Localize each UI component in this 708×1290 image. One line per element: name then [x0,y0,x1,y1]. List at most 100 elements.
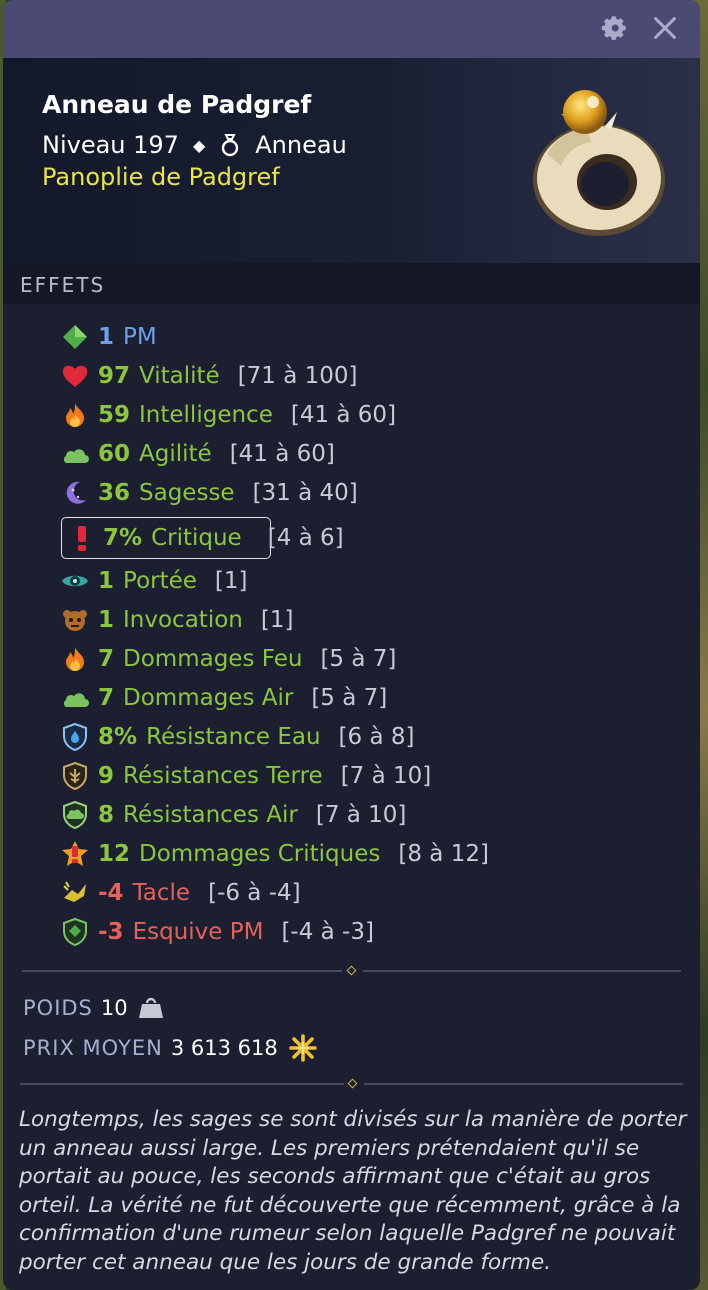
effect-range: [6 à 8] [338,724,415,750]
effect-range: [41 à 60] [229,441,335,467]
effect-value: -3 [98,919,124,945]
kamas-icon [288,1034,317,1062]
effect-label: Résistances Air [123,802,298,828]
effect-row-resistance-eau: 8% Résistance Eau [6 à 8] [60,722,414,752]
effects-section-title: EFFETS [3,263,700,304]
effect-row-invocation: 1 Invocation [1] [60,605,293,635]
effect-range: [1] [214,568,248,594]
effect-label: Invocation [123,607,243,633]
weight-icon [138,997,163,1018]
effect-label: Agilité [139,441,212,467]
ring-item-image [533,90,665,236]
effect-label: Dommages Air [123,685,294,711]
shield-earth-icon [63,761,87,791]
effect-row-portee: 1 Portée [1] [60,566,248,596]
effect-range: [-6 à -4] [208,880,301,906]
effects-list: 1 PM 97 Vitalité [71 à 100] 59 Intellige… [3,304,700,1004]
divider-ornament [347,1078,358,1089]
effect-value: 7 [98,685,115,711]
effect-row-resistance-terre: 9 Résistances Terre [7 à 10] [60,761,431,791]
gear-icon[interactable] [600,14,628,42]
effect-label: Dommages Critiques [139,841,381,867]
effect-label: Résistances Terre [123,763,323,789]
effect-value: 1 [98,324,115,350]
effect-row-dommages-critiques: 12 Dommages Critiques [8 à 12] [60,839,489,869]
effect-row-dommages-feu: 7 Dommages Feu [5 à 7] [60,644,396,674]
effect-range: [8 à 12] [398,841,489,867]
effect-value: 1 [98,568,115,594]
critical-damage-icon [62,841,88,866]
effect-row-sagesse: 36 Sagesse [31 à 40] [60,478,358,508]
fire-icon [66,403,84,427]
divider [22,970,342,972]
effect-label: Vitalité [139,363,220,389]
effect-value: 9 [98,763,115,789]
effect-row-vitalite: 97 Vitalité [71 à 100] [60,361,358,391]
item-header: Anneau de Padgref Niveau 197 ◆ Anneau Pa… [3,58,700,263]
shield-water-icon [63,722,87,752]
item-name: Anneau de Padgref [42,90,312,119]
average-price-label: PRIX MOYEN [23,1036,163,1060]
eye-icon [62,575,88,587]
effect-row-resistance-air: 8 Résistances Air [7 à 10] [60,800,406,830]
effect-range: [5 à 7] [320,646,397,672]
effect-value: -4 [98,880,124,906]
effect-row-tacle: -4 Tacle [-6 à -4] [60,878,301,908]
title-bar [3,0,700,58]
heart-icon [62,365,88,387]
effect-value: 36 [98,480,131,506]
weight-label: POIDS [23,996,93,1020]
item-type: Anneau [255,131,347,159]
item-description: Longtemps, les sages se sont divisés sur… [19,1107,687,1275]
effect-label: Portée [123,568,197,594]
ring-icon [222,134,239,157]
dodge-pm-icon [63,917,87,947]
effect-label: Sagesse [139,480,235,506]
divider [363,970,681,972]
effect-value: 12 [98,841,131,867]
invocation-icon [63,610,87,631]
effect-range: [5 à 7] [311,685,388,711]
effect-row-critique: 7% Critique [4 à 6] [69,523,344,553]
item-level-type: Niveau 197 ◆ Anneau [42,131,347,159]
separator-dot: ◆ [192,135,206,155]
effect-value: 8% [98,724,138,750]
effect-row-dommages-air: 7 Dommages Air [5 à 7] [60,683,387,713]
fire-icon [66,647,84,671]
effect-value: 8 [98,802,115,828]
effect-range: [-4 à -3] [281,919,374,945]
effect-row-pm: 1 PM [60,322,157,352]
tackle-icon [63,881,86,902]
cloud-icon [63,449,89,463]
effect-label: Intelligence [139,402,273,428]
effect-range: [41 à 60] [290,402,397,428]
effect-range: [7 à 10] [340,763,432,789]
effect-row-esquive-pm: -3 Esquive PM [-4 à -3] [60,917,374,947]
weight-value: 10 [100,996,128,1020]
effect-label: PM [123,324,157,350]
effect-label: Tacle [132,880,191,906]
critical-icon [78,526,86,551]
effect-label: Esquive PM [132,919,264,945]
effect-value: 60 [98,441,131,467]
item-set-link[interactable]: Panoplie de Padgref [42,163,280,191]
pm-diamond-icon [63,325,87,349]
cloud-icon [63,693,89,707]
effect-range: [7 à 10] [315,802,407,828]
effect-range: [31 à 40] [252,480,358,506]
effect-range: [4 à 6] [267,525,344,551]
divider [20,1083,344,1085]
effect-label: Critique [151,525,242,551]
effect-row-intelligence: 59 Intelligence [41 à 60] [60,400,396,430]
close-icon[interactable] [651,14,679,42]
effect-row-agilite: 60 Agilité [41 à 60] [60,439,335,469]
effect-value: 97 [98,363,131,389]
divider [364,1083,683,1085]
average-price-value: 3 613 618 [170,1036,278,1060]
effect-range: [71 à 100] [237,363,358,389]
effect-value: 1 [98,607,115,633]
effect-label: Dommages Feu [123,646,303,672]
item-tooltip-window: Anneau de Padgref Niveau 197 ◆ Anneau Pa… [3,0,700,1290]
item-level: Niveau 197 [42,131,179,159]
effect-range: [1] [260,607,294,633]
